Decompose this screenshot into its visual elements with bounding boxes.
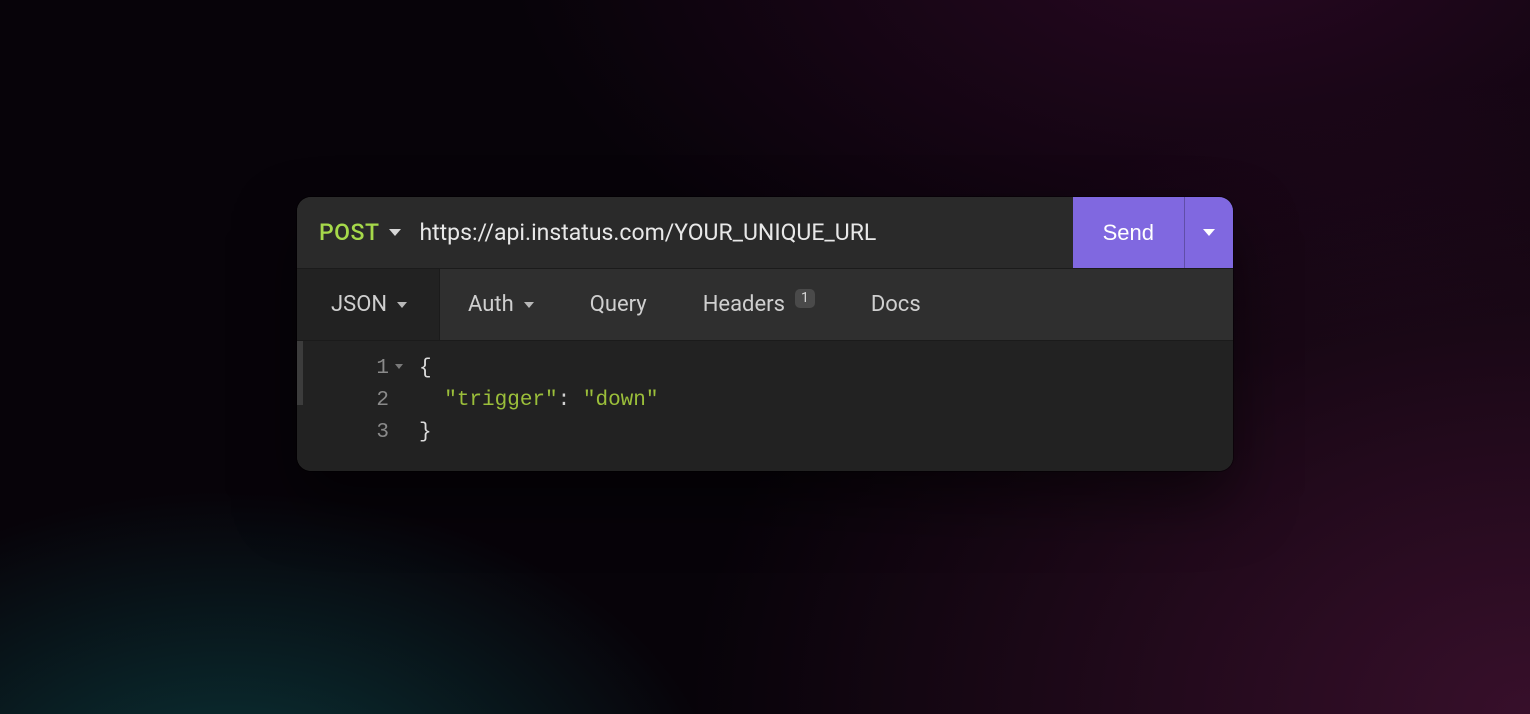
url-input[interactable]: https://api.instatus.com/YOUR_UNIQUE_URL: [415, 197, 1072, 268]
editor-line: 2 "trigger": "down": [297, 385, 1233, 417]
send-button[interactable]: Send: [1073, 197, 1185, 268]
fold-icon[interactable]: [395, 364, 403, 369]
url-text: https://api.instatus.com/YOUR_UNIQUE_URL: [419, 219, 876, 246]
tab-auth-label: Auth: [468, 292, 514, 317]
code-text: "trigger": "down": [397, 385, 658, 417]
tab-auth[interactable]: Auth: [440, 269, 562, 340]
headers-count-badge: 1: [795, 289, 815, 308]
line-number: 2: [297, 385, 397, 417]
tab-query-label: Query: [590, 292, 647, 317]
http-method-select[interactable]: POST: [297, 197, 415, 268]
caret-down-icon: [1203, 229, 1215, 236]
body-editor[interactable]: 1 { 2 "trigger": "down" 3 }: [297, 341, 1233, 471]
send-more-button[interactable]: [1185, 197, 1233, 268]
editor-line: 3 }: [297, 417, 1233, 449]
code-text: {: [397, 353, 432, 385]
tab-query[interactable]: Query: [562, 269, 675, 340]
line-number: 3: [297, 417, 397, 449]
caret-down-icon: [524, 302, 534, 308]
tab-body-label: JSON: [331, 292, 387, 317]
caret-down-icon: [397, 302, 407, 308]
request-tabs: JSON Auth Query Headers 1 Docs: [297, 269, 1233, 341]
api-request-panel: POST https://api.instatus.com/YOUR_UNIQU…: [297, 197, 1233, 471]
line-number: 1: [297, 353, 397, 385]
caret-down-icon: [389, 229, 401, 236]
editor-line: 1 {: [297, 353, 1233, 385]
http-method-label: POST: [319, 219, 379, 246]
request-row: POST https://api.instatus.com/YOUR_UNIQU…: [297, 197, 1233, 269]
tab-headers-label: Headers: [703, 292, 785, 317]
tab-docs-label: Docs: [871, 292, 921, 317]
tab-headers[interactable]: Headers 1: [675, 269, 843, 340]
send-button-group: Send: [1073, 197, 1233, 268]
tab-docs[interactable]: Docs: [843, 269, 949, 340]
code-text: }: [397, 417, 432, 449]
send-button-label: Send: [1103, 220, 1154, 246]
tab-body[interactable]: JSON: [297, 269, 440, 340]
